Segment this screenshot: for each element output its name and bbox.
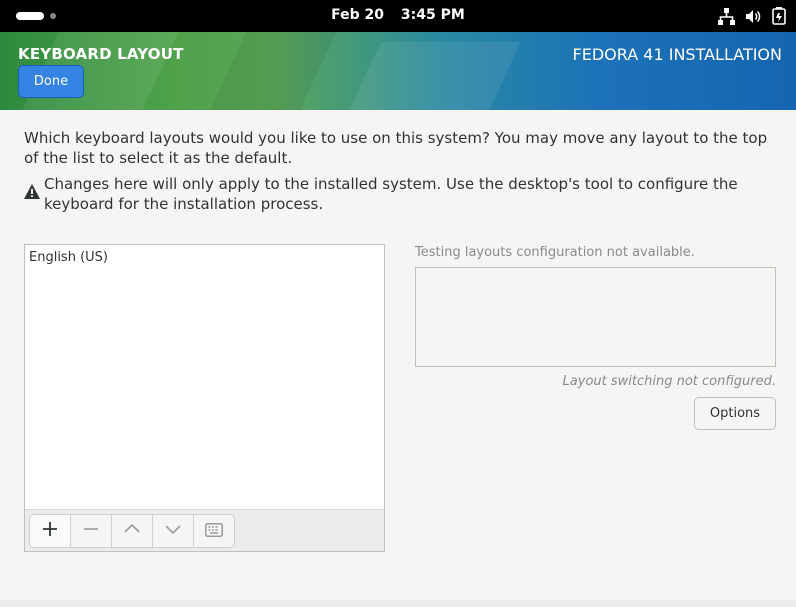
preview-layout-button[interactable] xyxy=(193,514,235,548)
warning-icon xyxy=(24,184,40,214)
add-layout-button[interactable] xyxy=(29,514,71,548)
system-tray[interactable] xyxy=(718,7,786,25)
bottom-strip xyxy=(0,600,796,607)
test-layout-label: Testing layouts configuration not availa… xyxy=(415,245,695,260)
keyboard-preview-icon xyxy=(205,522,223,541)
system-top-bar: Feb 20 3:45 PM xyxy=(0,0,796,32)
move-down-icon xyxy=(165,521,181,541)
screen-title: KEYBOARD LAYOUT xyxy=(18,45,184,63)
test-layout-field xyxy=(415,267,776,367)
list-item[interactable]: English (US) xyxy=(25,245,384,270)
network-icon[interactable] xyxy=(718,7,735,25)
options-button[interactable]: Options xyxy=(694,397,776,430)
intro-text: Which keyboard layouts would you like to… xyxy=(24,129,768,167)
clock-date: Feb 20 xyxy=(331,7,385,23)
warning-message: Changes here will only apply to the inst… xyxy=(24,174,784,214)
volume-icon[interactable] xyxy=(745,8,762,25)
layout-list[interactable]: English (US) xyxy=(24,244,385,552)
move-up-button[interactable] xyxy=(111,514,153,548)
move-up-icon xyxy=(124,521,140,541)
layout-list-toolbar xyxy=(25,509,384,551)
clock-time: 3:45 PM xyxy=(400,7,465,23)
battery-icon[interactable] xyxy=(772,7,786,25)
done-button[interactable]: Done xyxy=(18,65,84,98)
remove-layout-button[interactable] xyxy=(70,514,112,548)
remove-icon xyxy=(83,521,99,541)
warning-text: Changes here will only apply to the inst… xyxy=(44,175,738,213)
product-title: FEDORA 41 INSTALLATION xyxy=(572,45,782,64)
clock[interactable]: Feb 20 3:45 PM xyxy=(0,7,796,23)
move-down-button[interactable] xyxy=(152,514,194,548)
header-decoration xyxy=(204,32,346,110)
header-decoration xyxy=(339,42,521,110)
layout-switching-note: Layout switching not configured. xyxy=(562,374,776,389)
spoke-header: KEYBOARD LAYOUT FEDORA 41 INSTALLATION D… xyxy=(0,32,796,110)
add-icon xyxy=(42,521,58,541)
